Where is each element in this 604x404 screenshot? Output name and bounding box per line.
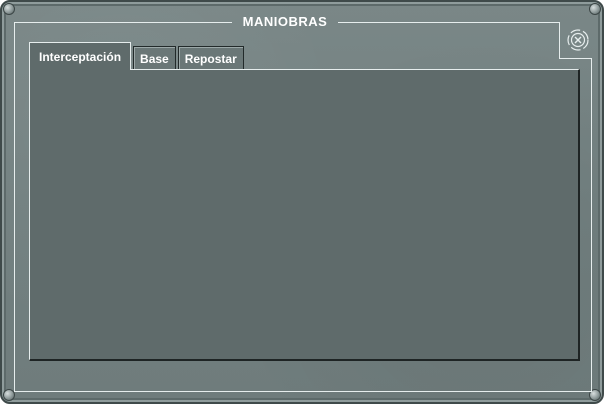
close-icon bbox=[567, 29, 589, 51]
frame-divider bbox=[591, 58, 592, 392]
tab-content-panel bbox=[29, 69, 580, 361]
tab-bar: Interceptación Base Repostar bbox=[29, 42, 246, 70]
tab-interceptacion[interactable]: Interceptación bbox=[29, 42, 132, 70]
corner-rivet-icon bbox=[3, 3, 15, 15]
close-button[interactable] bbox=[566, 28, 590, 52]
frame-divider bbox=[559, 22, 560, 58]
tab-base[interactable]: Base bbox=[133, 46, 176, 70]
frame-divider bbox=[338, 22, 559, 23]
maniobras-window: MANIOBRAS Interceptación Base Repostar bbox=[0, 0, 604, 404]
frame-divider bbox=[559, 58, 592, 59]
window-title: MANIOBRAS bbox=[242, 14, 328, 29]
frame-divider bbox=[14, 391, 592, 392]
tab-repostar[interactable]: Repostar bbox=[177, 46, 244, 70]
corner-rivet-icon bbox=[589, 3, 601, 15]
frame-divider bbox=[14, 22, 232, 23]
